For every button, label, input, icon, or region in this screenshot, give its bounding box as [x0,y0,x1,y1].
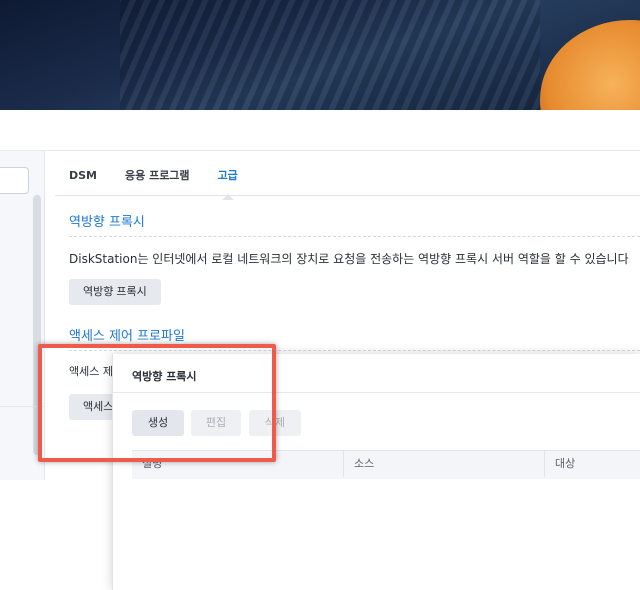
reverse-proxy-title: 역방향 프록시 [69,215,145,230]
tab-divider [55,195,640,196]
highlight-box [38,344,276,462]
column-header-source[interactable]: 소스 [343,451,544,477]
sidebar-search-input[interactable] [0,167,29,194]
tab-applications[interactable]: 응용 프로그램 [111,162,204,196]
tab-bar: DSM 응용 프로그램 고급 [55,162,252,196]
wallpaper-orange-shape [540,20,640,110]
column-header-destination[interactable]: 대상 [544,451,640,477]
tab-advanced[interactable]: 고급 [204,162,252,196]
wallpaper-texture [120,0,540,110]
tab-dsm[interactable]: DSM [55,162,111,196]
access-control-title: 액세스 제어 프로파일 [69,329,185,344]
reverse-proxy-description: DiskStation는 인터넷에서 로컬 네트워크의 장치로 요청을 전송하는… [69,252,629,266]
window-header [0,110,640,151]
section-divider [69,236,640,237]
desktop-wallpaper [0,0,640,110]
reverse-proxy-button[interactable]: 역방향 프록시 [69,279,161,305]
